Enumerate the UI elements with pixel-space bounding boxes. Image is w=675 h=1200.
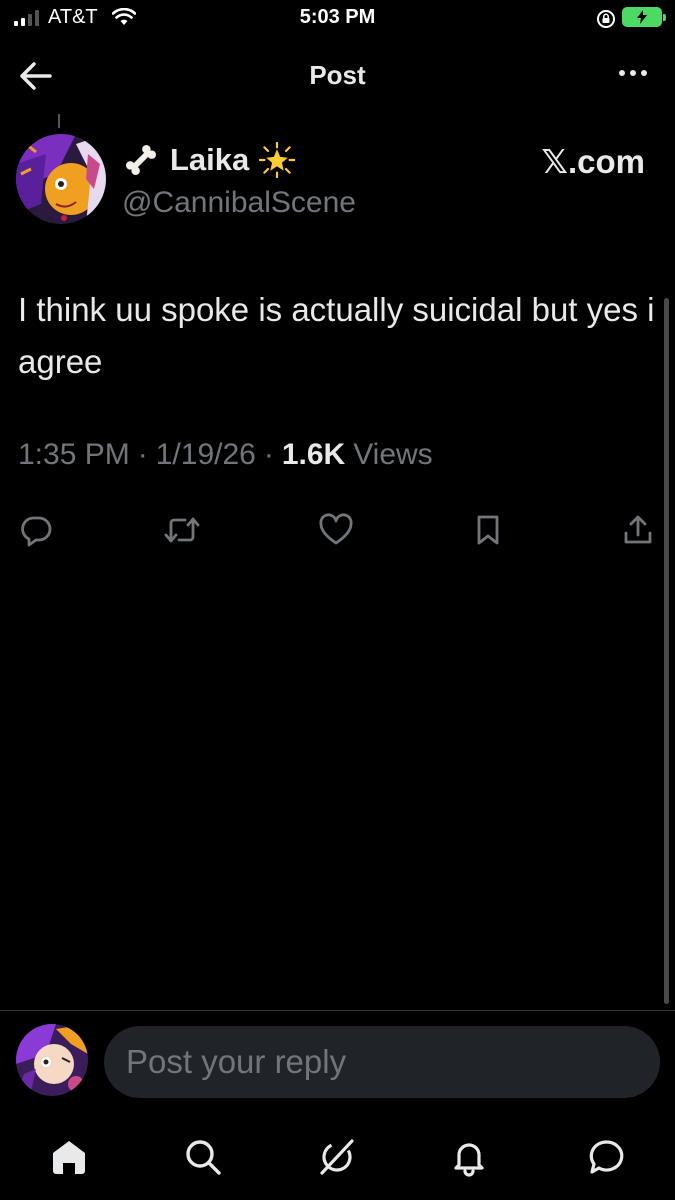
bookmark-button[interactable] xyxy=(468,510,508,550)
author-handle[interactable]: @CannibalScene xyxy=(122,186,356,220)
page-title: Post xyxy=(309,60,366,90)
more-horizontal-icon xyxy=(619,70,625,76)
search-icon xyxy=(186,1140,221,1175)
views-count[interactable]: 1.6K xyxy=(282,438,345,472)
more-button[interactable] xyxy=(619,70,647,76)
reply-divider xyxy=(0,1010,675,1011)
post-meta: 1:35 PM · 1/19/26 · 1.6K Views xyxy=(18,438,433,472)
grok-icon xyxy=(320,1139,354,1175)
repost-button[interactable] xyxy=(162,510,202,550)
share-icon xyxy=(624,515,652,544)
tab-grok[interactable] xyxy=(312,1132,362,1182)
user-avatar[interactable] xyxy=(16,1024,88,1096)
thread-connector-line xyxy=(58,114,60,128)
post-actions xyxy=(0,510,675,550)
avatar-illustration xyxy=(16,134,106,224)
source-label: 𝕏.com xyxy=(541,143,645,180)
author-avatar[interactable] xyxy=(16,134,106,224)
back-button[interactable] xyxy=(18,60,54,92)
meta-separator: · xyxy=(263,438,274,471)
scroll-indicator[interactable] xyxy=(664,298,669,1004)
tab-messages[interactable] xyxy=(582,1132,632,1182)
tab-search[interactable] xyxy=(178,1132,228,1182)
user-avatar-illustration xyxy=(16,1024,88,1096)
glowing-star-emoji-icon xyxy=(259,142,296,178)
like-button[interactable] xyxy=(316,510,356,550)
share-button[interactable] xyxy=(618,510,658,550)
author-display-name: Laika xyxy=(170,142,250,177)
post-date: 1/19/26 xyxy=(155,438,256,471)
rotation-lock-icon xyxy=(597,10,615,28)
post-time: 1:35 PM xyxy=(18,438,130,471)
status-time: 5:03 PM xyxy=(299,6,376,28)
messages-icon xyxy=(589,1140,624,1174)
reply-input[interactable] xyxy=(104,1026,660,1098)
reply-button[interactable] xyxy=(16,510,56,550)
tab-home[interactable] xyxy=(44,1132,94,1182)
author-name-row[interactable]: Laika xyxy=(122,140,296,180)
meta-separator: · xyxy=(137,438,148,471)
status-bar: AT&T 5:03 PM xyxy=(0,0,675,40)
notifications-icon xyxy=(454,1143,484,1177)
bottom-tab-bar xyxy=(0,1120,675,1200)
repost-icon xyxy=(164,517,200,543)
tab-notifications[interactable] xyxy=(444,1132,494,1182)
post-text: I think uu spoke is actually suicidal bu… xyxy=(18,291,655,380)
bookmark-icon xyxy=(477,515,499,545)
heart-icon xyxy=(319,513,353,545)
home-icon xyxy=(53,1141,85,1174)
views-label: Views xyxy=(353,438,433,471)
bone-emoji-icon xyxy=(125,144,157,176)
charging-bolt-icon xyxy=(637,10,647,24)
battery-icon xyxy=(622,7,666,27)
arrow-left-icon xyxy=(20,62,52,90)
post-header-bar: Post xyxy=(0,44,675,108)
reply-icon xyxy=(21,516,52,547)
